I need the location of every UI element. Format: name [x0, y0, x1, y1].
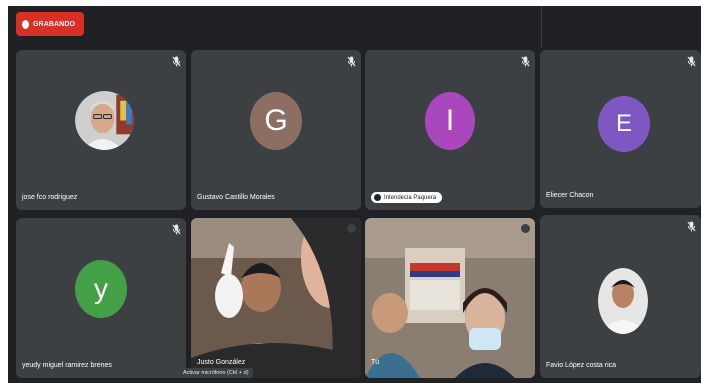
- participant-name: Tú: [371, 359, 380, 366]
- mic-tooltip: Activar micrófono (Ctrl + d): [179, 368, 253, 378]
- avatar-letter: I: [445, 104, 455, 137]
- participant-tile[interactable]: Tú: [365, 218, 535, 378]
- participant-name: yeudy miguel ramirez brenes: [22, 362, 112, 369]
- mic-off-icon: [687, 56, 696, 67]
- avatar: [75, 91, 134, 150]
- avatar: G: [250, 92, 302, 150]
- divider: [541, 6, 542, 48]
- presentation-icon: [374, 194, 381, 201]
- participant-name: Justo González: [197, 359, 246, 366]
- avatar-letter: G: [264, 104, 288, 137]
- mic-off-icon: [521, 56, 530, 67]
- avatar-letter: E: [615, 110, 632, 137]
- participant-name-chip: Intendecia Paquera: [371, 192, 443, 203]
- participant-name: Gustavo Castillo Morales: [197, 194, 275, 201]
- participant-tile[interactable]: jose fco rodriguez: [16, 50, 186, 210]
- avatar: E: [598, 96, 650, 152]
- mic-off-icon: [172, 56, 181, 67]
- participant-name: Eliecer Chacon: [546, 192, 594, 199]
- avatar-letter: y: [94, 273, 108, 304]
- participant-name: jose fco rodriguez: [22, 194, 78, 201]
- mic-off-icon: [347, 56, 356, 67]
- participant-tile[interactable]: G Gustavo Castillo Morales: [191, 50, 361, 210]
- avatar: I: [425, 92, 475, 150]
- mic-off-icon: [172, 224, 181, 235]
- video-feed: [191, 218, 361, 378]
- record-dot-icon: [22, 19, 29, 29]
- mic-off-icon: [687, 221, 696, 232]
- participant-tile[interactable]: Justo González: [191, 218, 361, 378]
- recording-badge: GRABANDO: [16, 12, 85, 36]
- recording-label: GRABANDO: [33, 20, 76, 28]
- avatar: [598, 268, 648, 334]
- participant-tile[interactable]: Favio López costa rica: [540, 215, 701, 378]
- mic-off-icon: [521, 224, 530, 233]
- meeting-grid: GRABANDO jose fco rodriguez G Gustavo Ca…: [8, 6, 701, 383]
- participant-name: Intendecia Paquera: [384, 194, 437, 201]
- mic-off-icon: [347, 224, 356, 233]
- participant-tile[interactable]: y yeudy miguel ramirez brenes: [16, 218, 186, 378]
- participant-tile[interactable]: E Eliecer Chacon: [540, 50, 701, 208]
- video-feed: [365, 218, 535, 378]
- participant-name: Favio López costa rica: [546, 362, 617, 369]
- avatar: y: [75, 260, 127, 318]
- participant-tile[interactable]: I Intendecia Paquera: [365, 50, 535, 210]
